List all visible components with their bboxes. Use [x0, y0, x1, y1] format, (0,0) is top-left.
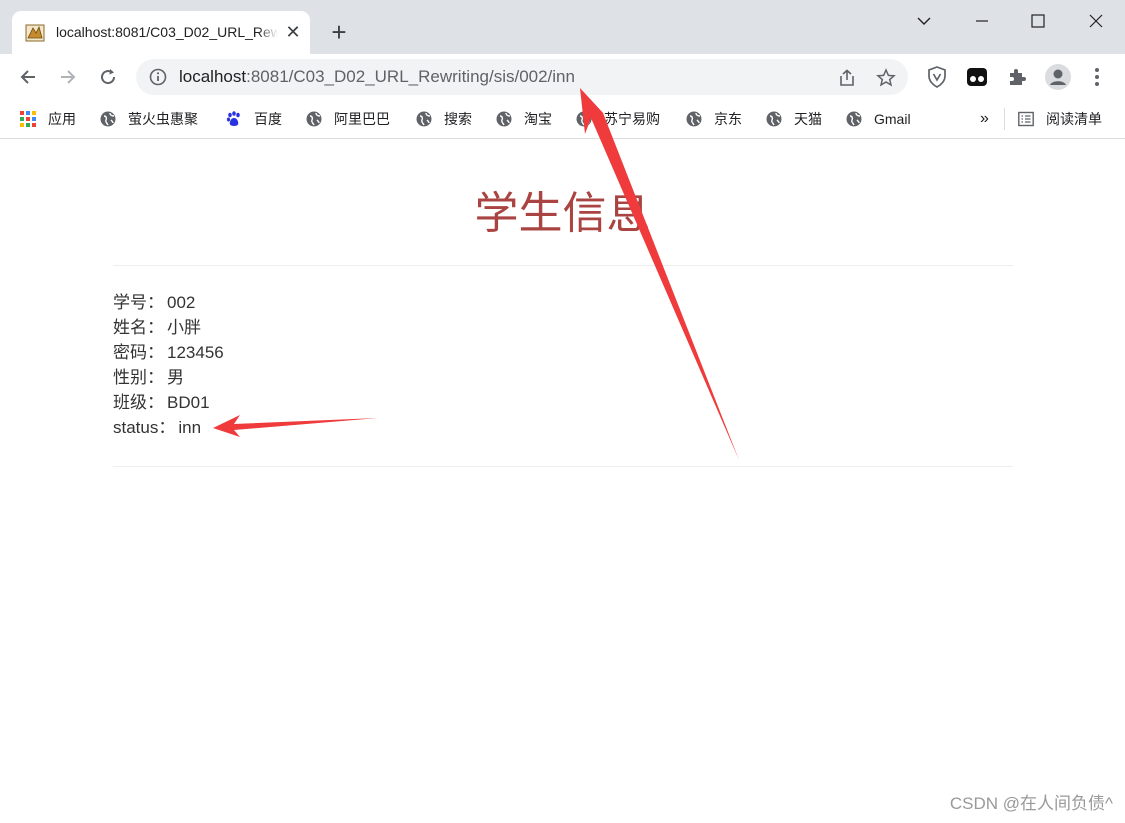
bookmark-label: 天猫	[794, 111, 822, 127]
bookmark-item[interactable]: 京东	[686, 109, 742, 129]
bookmark-item[interactable]: 苏宁易购	[576, 109, 660, 129]
close-tab-icon[interactable]: ✕	[282, 21, 304, 43]
info-row-name: 姓名： 小胖	[113, 315, 224, 340]
globe-icon	[576, 111, 592, 127]
profile-avatar-icon[interactable]	[1044, 63, 1072, 91]
bookmark-label: 淘宝	[524, 111, 552, 127]
baidu-paw-icon	[226, 111, 240, 126]
info-row-class: 班级： BD01	[113, 390, 224, 415]
info-value: BD01	[167, 393, 210, 412]
bookmark-item[interactable]: 萤火虫惠聚	[100, 109, 198, 129]
info-value: inn	[178, 418, 202, 437]
bookmarks-divider	[1004, 108, 1005, 130]
browser-toolbar: localhost:8081/C03_D02_URL_Rewriting/sis…	[0, 54, 1125, 100]
bookmark-item[interactable]: 阿里巴巴	[306, 109, 390, 129]
info-label: 密码：	[113, 343, 164, 362]
divider-top	[113, 265, 1013, 266]
reading-list-icon	[1018, 111, 1034, 127]
bookmark-item[interactable]: 百度	[226, 109, 282, 129]
bookmark-label: 萤火虫惠聚	[128, 111, 198, 127]
info-row-id: 学号： 002	[113, 290, 224, 315]
site-info-icon[interactable]	[149, 68, 167, 86]
bookmark-label: 搜索	[444, 111, 472, 127]
tomcat-favicon-icon	[25, 24, 45, 42]
minimize-icon	[976, 20, 988, 22]
student-info-list: 学号： 002 姓名： 小胖 密码： 123456 性别：男 班级： BD01 stat…	[113, 290, 224, 440]
bookmark-label: Gmail	[874, 111, 911, 127]
address-bar[interactable]: localhost:8081/C03_D02_URL_Rewriting/sis…	[136, 59, 908, 95]
info-row-gender: 性别：男	[113, 365, 224, 390]
chevron-down-icon	[917, 17, 931, 25]
bookmark-label: 应用	[48, 111, 76, 127]
page-title: 学生信息	[474, 189, 651, 238]
browser-tab[interactable]: localhost:8081/C03_D02_URL_Rewriting/sis…	[12, 11, 310, 54]
info-value: 002	[167, 293, 196, 312]
info-value: 123456	[167, 343, 224, 362]
bookmark-label: 阿里巴巴	[334, 111, 390, 127]
info-label: status：	[113, 418, 176, 437]
url-host: localhost	[179, 67, 247, 86]
extensions-puzzle-icon[interactable]	[1005, 65, 1029, 89]
page-content: 学生信息 学号： 002 姓名： 小胖 密码： 123456 性别：男 班级： BD01…	[0, 139, 1125, 823]
info-label: 学号：	[113, 293, 164, 312]
divider-bottom	[113, 466, 1013, 467]
back-arrow-icon	[20, 70, 35, 84]
bookmark-item[interactable]: 淘宝	[496, 109, 552, 129]
info-row-password: 密码： 123456	[113, 340, 224, 365]
reload-icon	[101, 69, 116, 85]
menu-kebab-icon[interactable]	[1085, 65, 1109, 89]
back-button[interactable]	[13, 62, 43, 92]
globe-icon	[416, 111, 432, 127]
bookmarks-overflow-button[interactable]: »	[980, 109, 989, 129]
globe-icon	[766, 111, 782, 127]
info-label: 性别：	[113, 368, 164, 387]
info-row-status: status： inn	[113, 415, 224, 440]
tab-strip: localhost:8081/C03_D02_URL_Rewriting/sis…	[0, 0, 1125, 54]
globe-icon	[686, 111, 702, 127]
bookmark-item[interactable]: 搜索	[416, 109, 472, 129]
bookmark-label: 百度	[254, 111, 282, 127]
info-label: 班级：	[113, 393, 164, 412]
bookmark-label: 苏宁易购	[604, 111, 660, 127]
globe-icon	[306, 111, 322, 127]
vue-devtools-shield-icon[interactable]	[925, 65, 949, 89]
tab-search-button[interactable]	[904, 6, 944, 36]
apps-grid-icon	[20, 111, 36, 127]
info-label: 姓名：	[113, 318, 164, 337]
new-tab-button[interactable]: +	[326, 19, 352, 45]
bookmark-star-icon[interactable]	[876, 68, 896, 88]
maximize-button[interactable]	[1018, 6, 1058, 36]
share-icon[interactable]	[837, 68, 857, 88]
tab-title: localhost:8081/C03_D02_URL_Rewriting/sis…	[56, 22, 278, 42]
bookmarks-bar: 应用 萤火虫惠聚 百度 阿里巴巴 搜索 淘宝 苏宁易购 京东 天猫 Gmail …	[0, 100, 1125, 139]
bookmark-label: 京东	[714, 111, 742, 127]
url-path: :8081/C03_D02_URL_Rewriting/sis/002/inn	[246, 67, 575, 86]
reading-list-button[interactable]: 阅读清单	[1018, 109, 1102, 129]
extension-dots-icon[interactable]	[965, 65, 989, 89]
maximize-icon	[1031, 14, 1045, 28]
forward-arrow-icon	[61, 70, 76, 84]
minimize-button[interactable]	[962, 6, 1002, 36]
url-text[interactable]: localhost:8081/C03_D02_URL_Rewriting/sis…	[179, 67, 575, 87]
forward-button[interactable]	[53, 62, 83, 92]
info-value: 小胖	[167, 318, 201, 337]
watermark: CSDN @在人间负债^	[949, 794, 1113, 813]
bookmark-item[interactable]: 天猫	[766, 109, 822, 129]
close-window-button[interactable]	[1076, 6, 1116, 36]
reload-button[interactable]	[93, 62, 123, 92]
bookmark-apps[interactable]: 应用	[20, 109, 76, 129]
globe-icon	[496, 111, 512, 127]
close-icon	[1089, 14, 1103, 28]
info-value: 男	[167, 368, 184, 387]
bookmark-item[interactable]: Gmail	[846, 109, 911, 129]
reading-list-label: 阅读清单	[1046, 111, 1102, 127]
globe-icon	[846, 111, 862, 127]
globe-icon	[100, 111, 116, 127]
